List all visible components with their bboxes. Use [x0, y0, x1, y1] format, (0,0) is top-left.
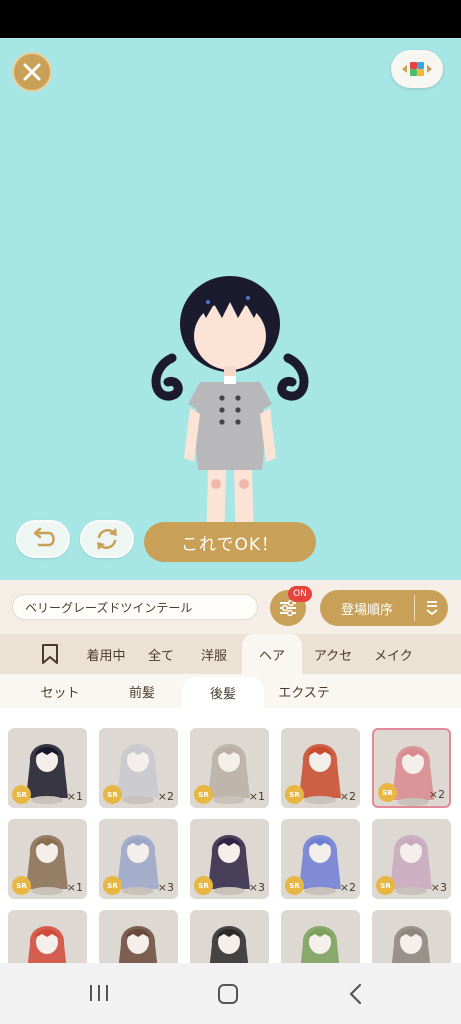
hair-preview-image [391, 926, 431, 963]
item-quantity: ×1 [66, 790, 83, 803]
selected-item-name: ベリーグレーズドツインテール [12, 594, 258, 620]
item-quantity: ×1 [248, 790, 265, 803]
back-icon [349, 983, 362, 1005]
item-quantity: ×2 [428, 788, 445, 801]
tab-wearing[interactable]: 着用中 [76, 634, 136, 674]
rarity-badge: SR [194, 876, 213, 895]
rarity-badge: SR [285, 876, 304, 895]
hair-item-card[interactable] [281, 910, 360, 963]
tab-bookmarks[interactable] [24, 634, 76, 674]
hair-item-card[interactable] [372, 910, 451, 963]
home-icon [218, 984, 238, 1004]
item-grid: SR ×1 SR ×2 SR ×1 SR ×2 SR ×2 SR ×1 SR ×3 SR ×3 SR ×2 SR ×3 [0, 708, 461, 963]
subtab-back-hair[interactable]: 後髪 [182, 677, 264, 708]
filter-on-badge: ON [288, 586, 312, 602]
hair-item-card[interactable] [190, 910, 269, 963]
tab-accessories[interactable]: アクセ [302, 634, 364, 674]
close-icon [23, 63, 41, 81]
confirm-button[interactable]: これでOK！ [144, 522, 316, 562]
item-quantity: ×3 [430, 881, 447, 894]
hair-item-card[interactable]: SR ×2 [372, 728, 451, 808]
home-button[interactable] [217, 983, 239, 1009]
recent-apps-icon [90, 985, 108, 1001]
avatar-character [151, 276, 309, 546]
sort-direction-toggle[interactable] [415, 599, 448, 617]
bookmark-icon [42, 644, 58, 664]
rarity-badge: SR [285, 785, 304, 804]
undo-button[interactable] [16, 520, 70, 558]
hair-item-card[interactable] [99, 910, 178, 963]
hair-item-card[interactable]: SR ×2 [281, 819, 360, 899]
subtab-set[interactable]: セット [20, 677, 100, 705]
category-tabs: 着用中 全て 洋服 ヘア アクセ メイク [0, 634, 461, 674]
close-button[interactable] [12, 52, 52, 92]
rarity-badge: SR [103, 876, 122, 895]
hair-item-card[interactable]: SR ×1 [190, 728, 269, 808]
rarity-badge: SR [103, 785, 122, 804]
item-quantity: ×2 [157, 790, 174, 803]
hair-item-card[interactable] [8, 910, 87, 963]
refresh-icon [97, 528, 117, 550]
dressup-stage: これでOK！ [0, 38, 461, 580]
item-quantity: ×3 [248, 881, 265, 894]
rarity-badge: SR [12, 876, 31, 895]
reset-button[interactable] [80, 520, 134, 558]
hair-preview-image [27, 926, 67, 963]
hair-item-card[interactable]: SR ×3 [190, 819, 269, 899]
subcategory-tabs: セット 前髪 後髪 エクステ [0, 674, 461, 708]
hair-item-card[interactable]: SR ×3 [372, 819, 451, 899]
hair-item-card[interactable]: SR ×2 [281, 728, 360, 808]
tab-clothes[interactable]: 洋服 [186, 634, 242, 674]
palette-icon [402, 62, 432, 76]
hair-item-card[interactable]: SR ×3 [99, 819, 178, 899]
tab-makeup[interactable]: メイク [364, 634, 414, 674]
item-quantity: ×2 [339, 790, 356, 803]
rarity-badge: SR [12, 785, 31, 804]
status-bar [0, 0, 461, 38]
item-quantity: ×1 [66, 881, 83, 894]
hair-item-card[interactable]: SR ×1 [8, 728, 87, 808]
hair-preview-image [209, 926, 249, 963]
rarity-badge: SR [194, 785, 213, 804]
tab-hair[interactable]: ヘア [242, 634, 302, 674]
tab-all[interactable]: 全て [136, 634, 186, 674]
color-palette-button[interactable] [391, 50, 443, 88]
filter-bar: ベリーグレーズドツインテール ON 登場順序 [0, 580, 461, 634]
recent-apps-button[interactable] [88, 983, 110, 1007]
hair-item-card[interactable]: SR ×2 [99, 728, 178, 808]
hair-preview-image [118, 926, 158, 963]
hair-item-card[interactable]: SR ×1 [8, 819, 87, 899]
item-quantity: ×2 [339, 881, 356, 894]
hair-preview-image [300, 926, 340, 963]
subtab-front-hair[interactable]: 前髪 [102, 677, 182, 705]
rarity-badge: SR [378, 783, 397, 802]
system-nav-bar [0, 963, 461, 1024]
sort-order-label: 登場順序 [340, 602, 393, 618]
subtab-extensions[interactable]: エクステ [264, 677, 344, 705]
rarity-badge: SR [376, 876, 395, 895]
item-quantity: ×3 [157, 881, 174, 894]
back-button[interactable] [348, 983, 364, 1009]
sort-order-button[interactable]: 登場順序 [320, 590, 448, 626]
undo-icon [33, 527, 55, 547]
sort-descending-icon [425, 601, 438, 616]
